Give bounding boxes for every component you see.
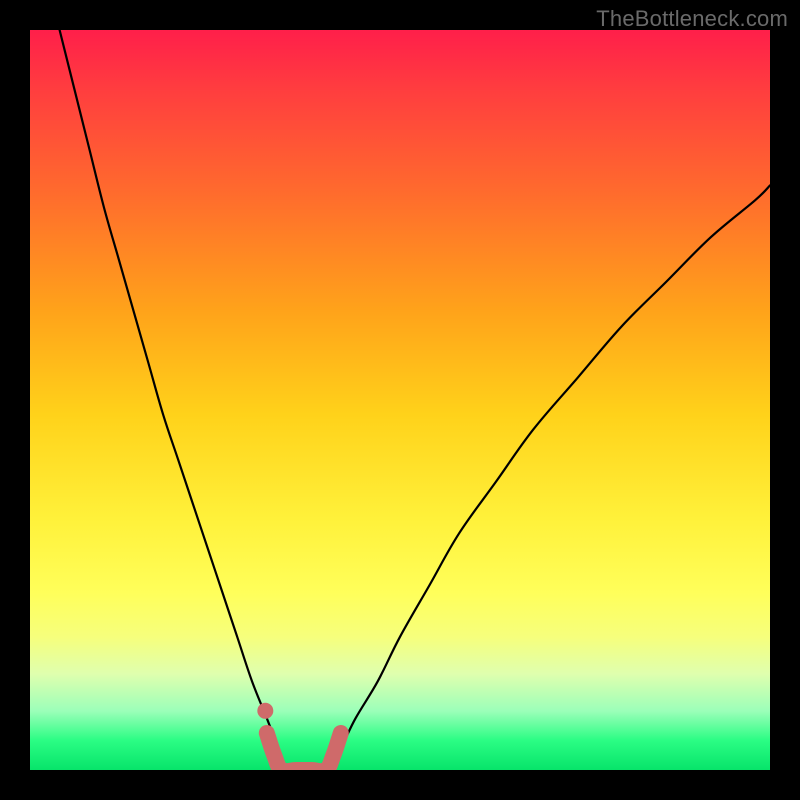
valley-segment bbox=[267, 733, 341, 770]
chart-frame: TheBottleneck.com bbox=[0, 0, 800, 800]
plot-area bbox=[30, 30, 770, 770]
curves-svg bbox=[30, 30, 770, 770]
marker-dot bbox=[257, 703, 273, 719]
left-curve bbox=[60, 30, 286, 770]
watermark-text: TheBottleneck.com bbox=[596, 6, 788, 32]
right-curve bbox=[326, 185, 770, 770]
